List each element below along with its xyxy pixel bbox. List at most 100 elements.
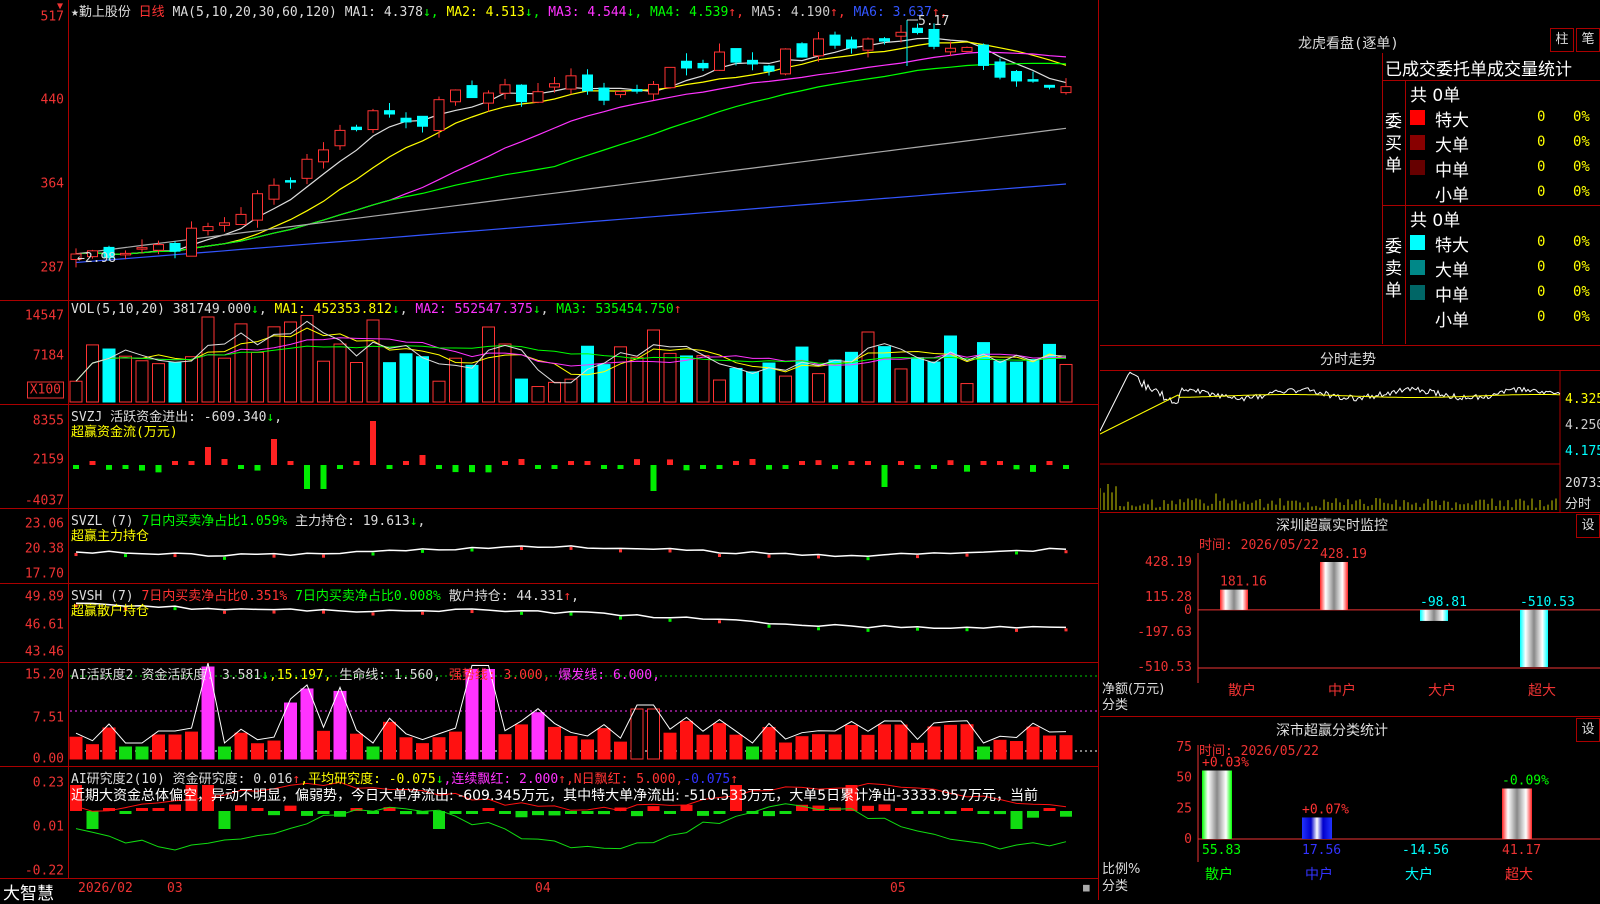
activity-bar	[350, 733, 363, 760]
svzj-bar	[584, 461, 591, 465]
svzj-pane[interactable]: 8355 2159 -4037 SVZJ 活跃资金进出: -609.340↓, …	[0, 405, 1098, 509]
volume-bar	[861, 331, 875, 403]
price-pane[interactable]: 517 440 364 287 ▼ ★勤上股份 日线 MA(5,10,20,30…	[0, 0, 1098, 301]
date-axis: 大智慧 2026/02 03 04 05 ■	[0, 879, 1098, 904]
vol-ma3: MA3: 535454.750	[556, 302, 674, 317]
svzj-bar	[650, 465, 657, 491]
lock-icon[interactable]: ■	[1083, 881, 1090, 894]
sz-tick-label: 428.19	[1145, 555, 1192, 570]
intraday-avg-line	[1100, 394, 1560, 435]
volume-bar	[515, 378, 528, 403]
candle	[549, 83, 560, 88]
candle	[136, 247, 148, 250]
activity-bar	[135, 746, 149, 760]
candle	[1060, 86, 1072, 94]
activity-bar	[878, 724, 891, 760]
sz-monitor-panel: 深圳超赢实时监控 设 时间: 2026/05/22 428.19 115.28 0-…	[1100, 513, 1600, 717]
volume-bar	[531, 386, 545, 403]
svzj-bar	[947, 460, 954, 465]
volume-bar	[944, 335, 957, 403]
activity-bar	[564, 735, 578, 760]
holding-line	[75, 602, 1067, 629]
stock-name[interactable]: ★勤上股份	[71, 5, 131, 20]
svsh-pane[interactable]: 49.89 46.61 43.46 SVSH (7) 7日内买卖净占比0.351…	[0, 584, 1098, 663]
volume-bar	[977, 342, 990, 403]
activity-bar	[218, 746, 231, 760]
date-label: 03	[167, 881, 183, 896]
research-bar	[895, 808, 907, 811]
sz-category-label: 散户	[1228, 682, 1256, 699]
svzj-bar	[221, 458, 228, 465]
sz-category-label: 超大	[1528, 683, 1556, 699]
svzj-bar	[782, 465, 789, 469]
svzj-bar	[89, 461, 96, 465]
activity-bar	[845, 725, 858, 760]
sz-tick-label: 0	[1184, 603, 1192, 618]
buy-row-percent: 0%	[1573, 109, 1590, 125]
candle	[450, 89, 461, 103]
activity-bar	[548, 726, 561, 760]
holding-marker	[223, 610, 226, 614]
activity-bar	[614, 741, 627, 760]
activity-bar	[746, 746, 759, 760]
sz-bar-label: 428.19	[1320, 547, 1367, 562]
ai-research-pane[interactable]: 0.23 0.01 -0.22 AI研究度2(10) 资金研究度: 0.016↑…	[0, 767, 1098, 879]
activity-bar	[597, 728, 611, 760]
activity-bar	[317, 730, 330, 760]
svzj-bar	[353, 461, 360, 465]
svzl-pane[interactable]: 23.06 20.38 17.70 SVZL (7) 7日内买卖净占比1.059…	[0, 509, 1098, 584]
svzj-bar	[832, 465, 838, 470]
holding-marker	[569, 546, 573, 550]
buy-row-percent: 0%	[1573, 134, 1590, 150]
research-bar	[581, 811, 594, 814]
ma-arrow: ↑,	[830, 5, 854, 20]
svzj-bar	[436, 465, 442, 469]
svzj-bar	[254, 465, 261, 471]
volume-bar	[201, 316, 215, 403]
volume-bar	[713, 379, 726, 403]
research-bar	[598, 811, 610, 815]
volume-bar	[152, 363, 165, 403]
vol-value: 381749.000	[172, 302, 252, 317]
tick-mode-button[interactable]: 笔	[1576, 28, 1600, 52]
volume-bar	[465, 364, 479, 403]
activity-bar	[515, 724, 528, 760]
class-stats-panel: 深市超赢分类统计 设 时间: 2026/05/22 75 50 25 0 +0.03% 5…	[1100, 717, 1600, 900]
svzj-bar	[304, 465, 310, 489]
candle	[499, 84, 511, 94]
class-tick-label: 0	[1184, 832, 1192, 847]
holding-marker	[817, 555, 820, 559]
volume-pane[interactable]: 14547 7184 X100 VOL(5,10,20) 381749.000↓…	[0, 301, 1098, 405]
research-bar	[449, 811, 462, 814]
activity-bar	[960, 724, 974, 760]
holding-marker	[371, 552, 375, 556]
buy-row-label: 大单	[1435, 136, 1469, 156]
volume-bar	[729, 367, 743, 403]
candle	[252, 193, 263, 221]
candle	[169, 242, 181, 252]
activity-bar	[581, 739, 594, 760]
svzj-bar	[980, 461, 987, 465]
ai-value: 资金活跃度: 3.581	[141, 668, 262, 683]
period-label[interactable]: 日线	[139, 5, 165, 20]
volume-bar	[1026, 358, 1040, 403]
ma-line	[75, 127, 1067, 255]
volume-bar	[350, 362, 363, 403]
activity-bar	[663, 732, 677, 760]
svsh-tail: ,	[571, 589, 579, 604]
volume-bar	[432, 380, 446, 403]
candle	[813, 38, 824, 57]
holding-marker	[371, 612, 375, 616]
activity-bar	[729, 734, 743, 760]
candle	[714, 51, 725, 71]
high-mark: 5.17	[918, 14, 950, 29]
column-mode-button[interactable]: 柱	[1550, 28, 1574, 52]
sell-swatch	[1410, 235, 1425, 250]
svzj-bar	[617, 465, 624, 469]
intraday-panel: 分时走势 4.325 4.250 4.175 20733 分时	[1100, 346, 1600, 513]
ma-arrow: ↓,	[524, 5, 549, 20]
research-bar	[664, 811, 676, 814]
research-bar	[251, 808, 264, 811]
sz-bar-label: -510.53	[1520, 595, 1575, 610]
ai-activity-pane[interactable]: 15.20 7.51 0.00 AI活跃度2 资金活跃度: 3.581↓,15.…	[0, 663, 1098, 767]
